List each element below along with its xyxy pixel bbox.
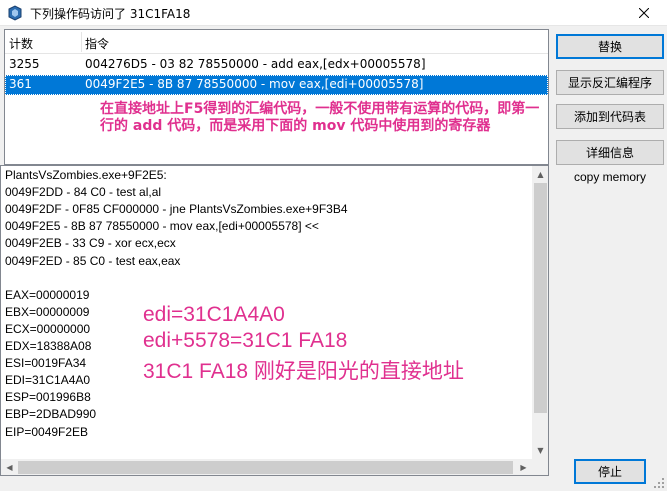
memory-line: 0049F2E5 - 8B 87 78550000 - mov eax,[edi… (5, 219, 319, 234)
list-header: 计数 指令 (5, 30, 548, 54)
memory-line: EDX=18388A08 (5, 339, 92, 353)
window-title: 下列操作码访问了 31C1FA18 (30, 7, 191, 21)
scroll-corner (532, 459, 548, 475)
memory-line: EDI=31C1A4A0 (5, 373, 91, 388)
column-separator[interactable] (81, 32, 82, 52)
scroll-thumb-h[interactable] (18, 461, 513, 474)
copy-memory-link[interactable]: copy memory (556, 170, 664, 184)
memory-line: 0049F2DD - 84 C0 - test al,al (5, 185, 162, 200)
memory-line: PlantsVsZombies.exe+9F2E5: (5, 168, 167, 182)
cheat-engine-icon (7, 5, 23, 21)
annotation-address: 31C1 FA18 刚好是阳光的直接地址 (143, 360, 464, 383)
memory-line: EAX=00000019 (5, 287, 90, 302)
add-to-codelist-button[interactable]: 添加到代码表 (556, 104, 664, 129)
resize-grip-icon[interactable] (653, 477, 665, 489)
row-instruction: 004276D5 - 03 82 78550000 - add eax,[edx… (85, 57, 426, 71)
memory-line: EIP=0049F2EB (5, 424, 89, 439)
scroll-right-icon[interactable]: ▶ (515, 459, 532, 475)
header-count[interactable]: 计数 (9, 35, 33, 52)
replace-button[interactable]: 替换 (556, 34, 664, 59)
memory-line: ESP=001996B8 (5, 390, 91, 405)
horizontal-scrollbar[interactable]: ◀ ▶ (1, 459, 532, 475)
row-instruction: 0049F2E5 - 8B 87 78550000 - mov eax,[edi… (85, 77, 424, 91)
memory-line: EBX=00000009 (5, 304, 90, 319)
title-bar: 下列操作码访问了 31C1FA18 (0, 0, 667, 26)
annotation-edi: edi=31C1A4A0 (143, 303, 285, 326)
scroll-thumb[interactable] (534, 183, 547, 413)
memory-line: 0049F2ED - 85 C0 - test eax,eax (5, 253, 181, 268)
header-instruction[interactable]: 指令 (85, 35, 109, 52)
scroll-up-icon[interactable]: ▲ (532, 166, 548, 183)
close-icon (639, 8, 649, 18)
vertical-scrollbar[interactable]: ▲ ▼ (532, 166, 548, 459)
list-row[interactable]: 3255 004276D5 - 03 82 78550000 - add eax… (5, 55, 548, 75)
list-row-selected[interactable]: 361 0049F2E5 - 8B 87 78550000 - mov eax,… (5, 75, 548, 95)
annotation-offset: edi+5578=31C1 FA18 (143, 329, 348, 352)
stop-button[interactable]: 停止 (574, 459, 646, 484)
row-count: 361 (9, 77, 32, 91)
scroll-left-icon[interactable]: ◀ (1, 459, 18, 475)
memory-line: EBP=2DBAD990 (5, 407, 97, 422)
more-info-button[interactable]: 详细信息 (556, 140, 664, 165)
annotation-top: 在直接地址上F5得到的汇编代码，一般不使用带有运算的代码，即第一行的 add 代… (100, 101, 540, 134)
memory-line: ESI=0019FA34 (5, 356, 87, 371)
memory-line: 0049F2DF - 0F85 CF000000 - jne PlantsVsZ… (5, 202, 348, 217)
close-button[interactable] (621, 0, 667, 26)
memory-line: 0049F2EB - 33 C9 - xor ecx,ecx (5, 236, 176, 251)
memory-line: ECX=00000000 (5, 321, 91, 336)
show-disassembler-button[interactable]: 显示反汇编程序 (556, 70, 664, 95)
row-count: 3255 (9, 57, 40, 71)
instruction-list[interactable]: 计数 指令 3255 004276D5 - 03 82 78550000 - a… (4, 29, 549, 165)
scroll-down-icon[interactable]: ▼ (532, 442, 548, 459)
